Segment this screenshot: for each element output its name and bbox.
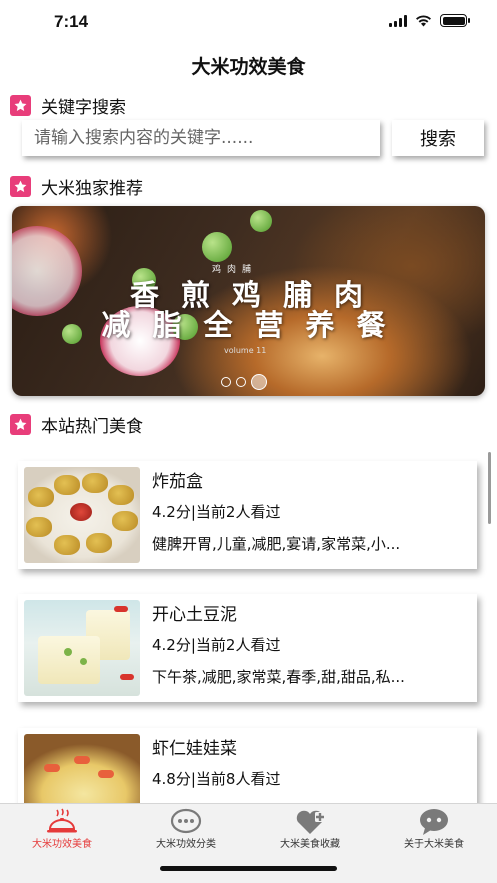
page-title: 大米功效美食 [191,56,306,78]
chat-face-icon [417,808,451,836]
wifi-icon [416,15,431,27]
carousel-dot-active[interactable] [251,374,267,390]
food-tags: 下午茶,减肥,家常菜,春季,甜,甜品,私... [152,668,405,686]
food-card[interactable]: 开心土豆泥 4.2分|当前2人看过 下午茶,减肥,家常菜,春季,甜,甜品,私..… [18,594,477,702]
section-title: 大米独家推荐 [41,179,143,199]
food-rating: 4.8分|当前8人看过 [152,770,281,788]
food-name: 开心土豆泥 [152,605,237,625]
search-input[interactable] [22,120,380,156]
cloche-icon [45,808,79,836]
tab-category[interactable]: 大米功效分类 [124,804,248,854]
chat-dots-icon [169,808,203,836]
search-button[interactable]: 搜索 [392,120,484,156]
tab-bar: 大米功效美食 大米功效分类 大米美食收藏 关于大米美食 [0,803,497,883]
section-title: 本站热门美食 [41,417,143,437]
tab-label: 关于大米美食 [404,839,464,850]
cellular-signal-icon [389,14,407,27]
star-icon [10,176,31,197]
food-image [24,467,140,563]
food-name: 虾仁娃娃菜 [152,739,237,759]
status-icons [389,14,470,27]
battery-icon [440,14,470,27]
star-icon [10,95,31,116]
section-header-hot: 本站热门美食 [10,412,143,437]
scrollbar[interactable] [488,452,491,524]
section-header-search: 关键字搜索 [10,93,126,118]
section-header-recommend: 大米独家推荐 [10,174,143,199]
heart-plus-icon [293,808,327,836]
section-title: 关键字搜索 [41,98,126,118]
food-name: 炸茄盒 [152,472,203,492]
tab-favorites[interactable]: 大米美食收藏 [248,804,372,854]
carousel-dots[interactable] [221,374,267,390]
food-tags: 健脾开胃,儿童,减肥,宴请,家常菜,小... [152,535,401,553]
food-image [24,600,140,696]
food-rating: 4.2分|当前2人看过 [152,636,281,654]
food-rating: 4.2分|当前2人看过 [152,503,281,521]
carousel-dot[interactable] [221,377,231,387]
banner-subheadline: 减脂全营养餐 [101,308,408,342]
status-time: 7:14 [54,12,89,31]
tab-label: 大米功效美食 [32,839,92,850]
banner-volume: volume 11 [224,346,267,355]
tab-label: 大米美食收藏 [280,839,340,850]
carousel-dot[interactable] [236,377,246,387]
star-icon [10,414,31,435]
food-card[interactable]: 炸茄盒 4.2分|当前2人看过 健脾开胃,儿童,减肥,宴请,家常菜,小... [18,461,477,569]
recommend-banner[interactable]: 鸡肉脯 香煎鸡脯肉 减脂全营养餐 volume 11 [12,206,485,396]
tab-food[interactable]: 大米功效美食 [0,804,124,854]
status-bar: 7:14 [0,0,497,46]
tab-label: 大米功效分类 [156,839,216,850]
home-indicator [160,866,337,871]
tab-about[interactable]: 关于大米美食 [372,804,496,854]
